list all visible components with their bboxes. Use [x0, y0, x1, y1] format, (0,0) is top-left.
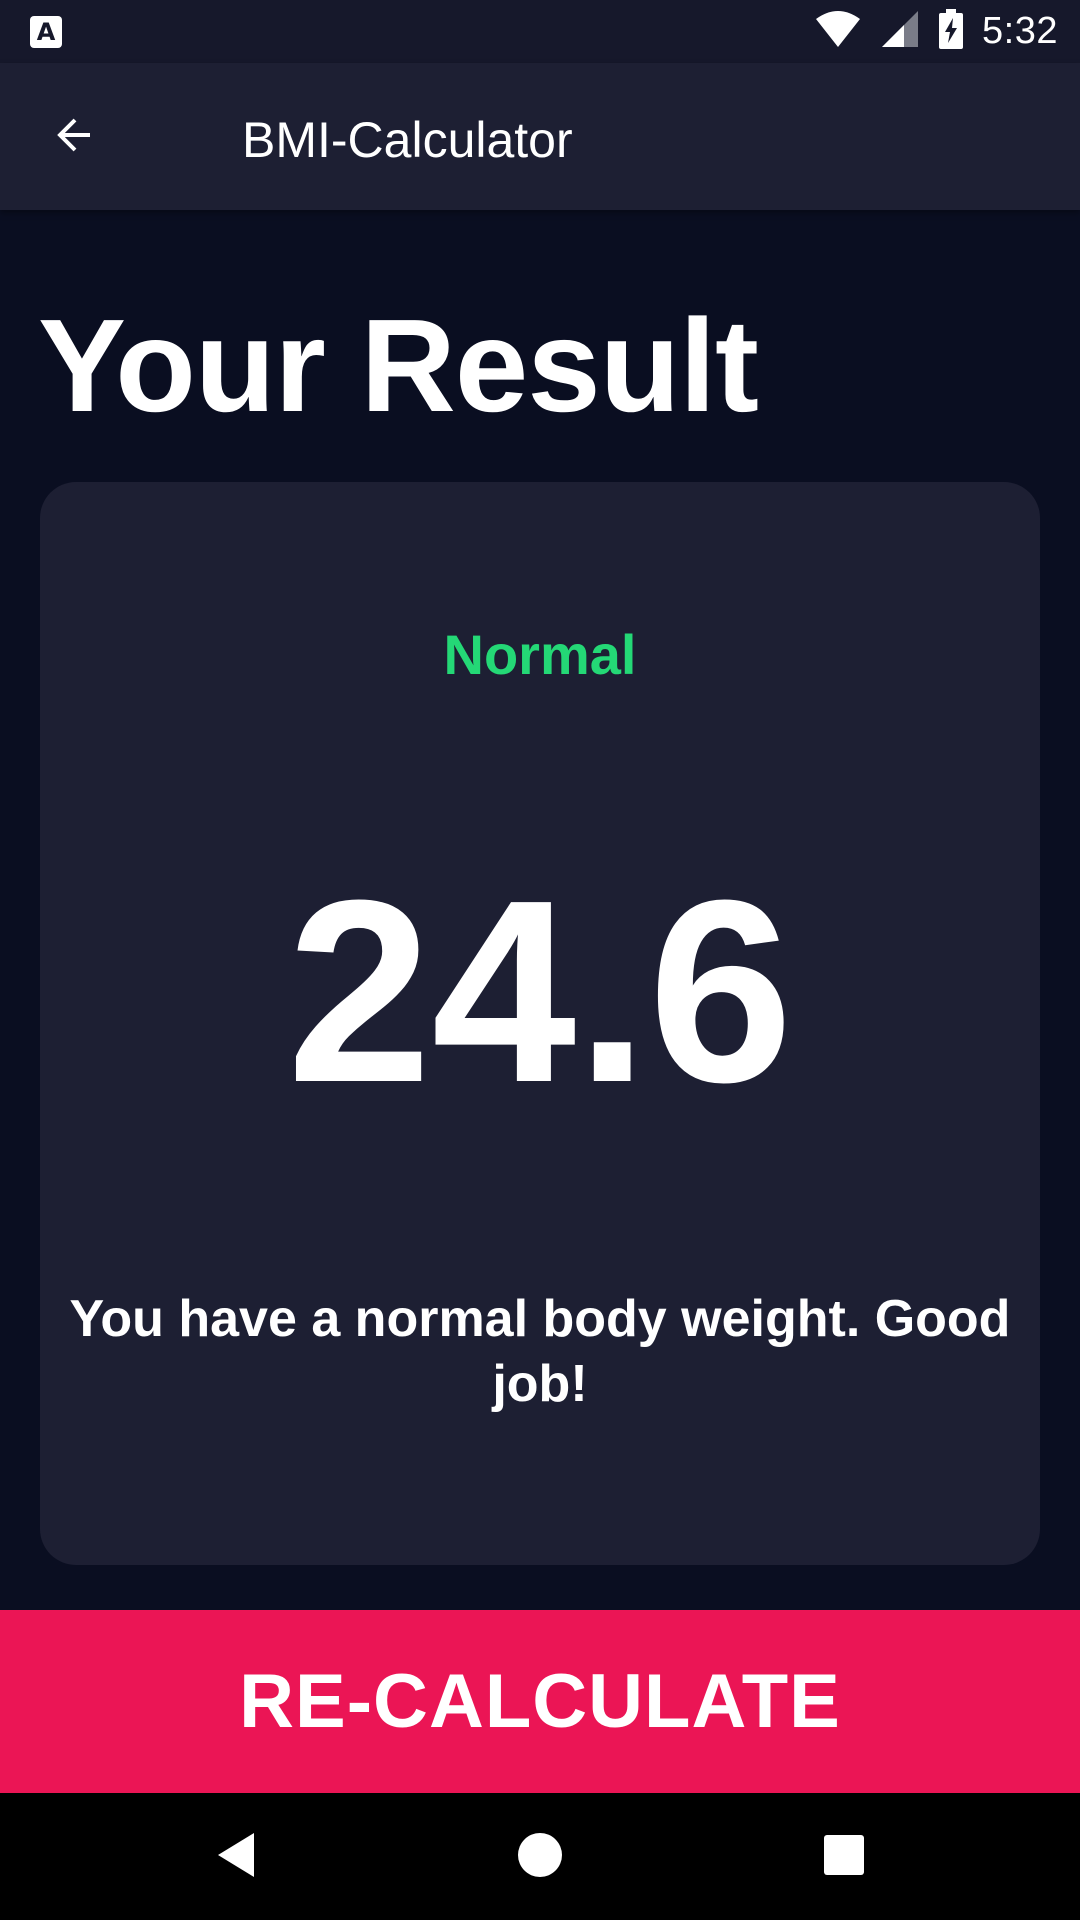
back-button[interactable] — [38, 101, 110, 173]
status-time: 5:32 — [982, 10, 1058, 52]
status-bar: A 5:32 — [0, 0, 1080, 63]
nav-back-icon — [214, 1831, 258, 1884]
navigation-bar — [0, 1793, 1080, 1920]
result-status: Normal — [443, 623, 637, 686]
result-message: You have a normal body weight. Good job! — [69, 1290, 1011, 1413]
battery-charging-icon — [938, 9, 964, 54]
screen: A 5:32 BMI-Calculator Your Result Normal… — [0, 0, 1080, 1920]
app-title: BMI-Calculator — [242, 112, 573, 168]
status-right: 5:32 — [814, 9, 1058, 54]
signal-icon — [880, 9, 920, 54]
nav-home-icon — [517, 1832, 563, 1883]
result-card: Normal 24.6 You have a normal body weigh… — [40, 482, 1040, 1565]
page-title: Your Result — [38, 292, 759, 439]
wifi-icon — [814, 9, 862, 54]
nav-recents-button[interactable] — [808, 1821, 880, 1893]
nav-back-button[interactable] — [200, 1821, 272, 1893]
arrow-back-icon — [50, 111, 98, 164]
notification-icon: A — [30, 15, 62, 48]
nav-home-button[interactable] — [504, 1821, 576, 1893]
recalculate-button[interactable]: RE-CALCULATE — [0, 1610, 1080, 1793]
nav-recents-icon — [823, 1834, 865, 1881]
bmi-value: 24.6 — [286, 847, 794, 1137]
status-left: A — [30, 15, 62, 48]
app-bar: BMI-Calculator — [0, 63, 1080, 210]
